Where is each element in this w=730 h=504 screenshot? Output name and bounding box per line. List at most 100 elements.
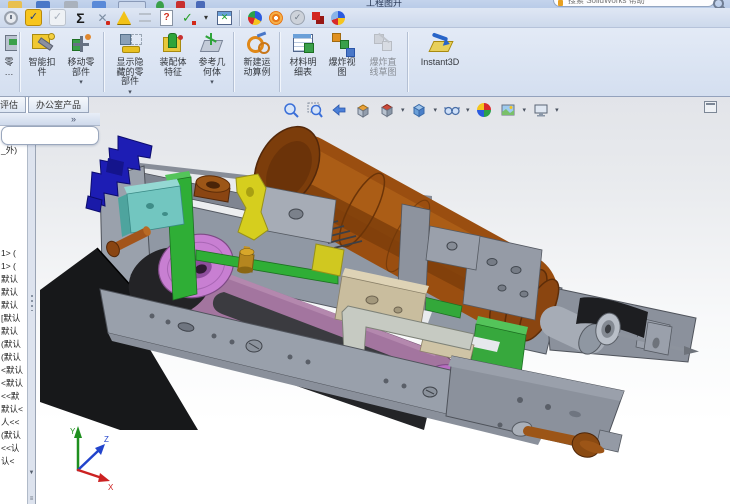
apply-scene-icon[interactable]: [499, 100, 518, 119]
tree-item[interactable]: 人<<: [0, 416, 27, 429]
performance-evaluation-icon[interactable]: ?: [160, 9, 173, 26]
measure-icon[interactable]: ✕: [95, 10, 110, 25]
tree-item[interactable]: <默认: [0, 364, 27, 377]
display-style-icon[interactable]: [410, 100, 429, 119]
apply-scene-dropdown[interactable]: ▾: [523, 106, 527, 114]
reference-geometry-icon: [198, 31, 226, 57]
feature-manager-tree: _外) 1> ( 1> ( 默认 默认 默认 [默认 默认 (默认 (默认 <默…: [0, 113, 27, 504]
dropdown-arrow[interactable]: ▾: [128, 88, 132, 96]
graphics-viewport[interactable]: Y Z X ▾ ▾ ▾ ▾ ▾: [36, 96, 730, 504]
edrawings-icon[interactable]: [248, 10, 262, 25]
zoom-fit-icon[interactable]: [281, 100, 300, 119]
equations-icon[interactable]: Σ: [73, 10, 88, 25]
orientation-triad: Y Z X: [70, 426, 114, 492]
simulation-sphere-icon[interactable]: [331, 10, 345, 25]
search-flag-icon: [558, 0, 563, 6]
tree-item[interactable]: (默认: [0, 338, 27, 351]
display-style-dropdown[interactable]: ▾: [434, 106, 438, 114]
move-component-icon: [67, 31, 95, 57]
align-icon[interactable]: [138, 10, 153, 25]
tree-item[interactable]: <<默: [0, 390, 27, 403]
tab-office-products[interactable]: 办公室产品: [28, 96, 90, 113]
approve-icon[interactable]: ✓: [290, 10, 305, 25]
document-restore-icon[interactable]: [704, 101, 717, 113]
view-settings-icon[interactable]: [531, 100, 550, 119]
model-bottom-right-block[interactable]: [445, 355, 625, 461]
command-manager: 零 … 智能扣 件 移动零 部件 ▾ 显示隐 藏的零 部件 ▾ 装配体 特征 参…: [0, 28, 730, 97]
solidworks-window: Y Z X ▾ ▾ ▾ ▾ ▾ 工程图升 搜索 SolidWorks 帮助 ✓ …: [0, 0, 730, 504]
tree-item[interactable]: <<认: [0, 442, 27, 455]
solidworks-help-search-input[interactable]: [553, 0, 715, 7]
hide-show-items-dropdown[interactable]: ▾: [466, 106, 470, 114]
tree-item[interactable]: (默认: [0, 429, 27, 442]
assembly-features-icon: [159, 31, 187, 57]
feature-panel-header: »: [0, 113, 100, 126]
tree-item[interactable]: [默认: [0, 312, 27, 325]
hide-show-items-icon[interactable]: [442, 100, 461, 119]
tree-item[interactable]: _外): [0, 144, 27, 157]
bill-of-materials-button[interactable]: 材料明 细表: [283, 28, 323, 96]
tab-evaluate[interactable]: 评估: [0, 96, 27, 113]
scroll-down-icon[interactable]: ▼: [28, 469, 35, 477]
design-history-icon[interactable]: [4, 10, 18, 25]
new-motion-study-icon: [243, 31, 271, 57]
panel-expand-chevron[interactable]: »: [71, 114, 100, 124]
triad-z-label: Z: [104, 435, 109, 444]
check-document-icon[interactable]: ✓: [180, 10, 196, 25]
new-motion-study-button[interactable]: 新建运 动算例: [237, 28, 277, 96]
separator: [233, 32, 235, 92]
feature-panel-flyout[interactable]: [1, 126, 99, 145]
explode-line-sketch-button: 爆炸直 线草图: [361, 28, 405, 96]
tree-item[interactable]: 1> (: [0, 260, 27, 273]
tree-item[interactable]: 默认: [0, 325, 27, 338]
tree-item[interactable]: 1> (: [0, 247, 27, 260]
exploded-view-button[interactable]: 爆炸视 图: [323, 28, 361, 96]
compare-icon[interactable]: [312, 11, 320, 20]
splitter-grip[interactable]: [31, 295, 33, 311]
tree-item[interactable]: (默认: [0, 351, 27, 364]
dropdown-arrow[interactable]: ▾: [79, 78, 83, 86]
tree-item[interactable]: <默认: [0, 377, 27, 390]
tree-item[interactable]: 默认<: [0, 403, 27, 416]
zoom-area-icon[interactable]: [305, 100, 324, 119]
instant3d-button[interactable]: Instant3D: [411, 28, 469, 96]
exploded-view-icon: [328, 31, 356, 57]
evaluate-toolbar: ✓ ✓ Σ ✕ ? ✓ ▾ ✕ ✓: [0, 8, 730, 28]
separator: [407, 32, 409, 92]
hole-alignment-icon[interactable]: [117, 11, 131, 24]
previous-view-icon[interactable]: [329, 100, 348, 119]
insert-components-button[interactable]: 零 …: [1, 28, 17, 96]
smart-fasteners-button[interactable]: 智能扣 件: [23, 28, 61, 96]
command-manager-tabs: 评估 办公室产品: [0, 96, 91, 113]
section-view-icon[interactable]: [353, 100, 372, 119]
panel-resize-icon[interactable]: ≡: [28, 496, 35, 502]
separator: [19, 32, 21, 92]
clearance-verification-icon[interactable]: ✓: [49, 9, 66, 26]
dropdown-arrow[interactable]: ▾: [210, 78, 214, 86]
assembly-features-button[interactable]: 装配体 特征: [153, 28, 193, 96]
tree-item[interactable]: 默认: [0, 273, 27, 286]
dropdown-icon[interactable]: ▾: [202, 10, 210, 25]
tree-item[interactable]: 默认: [0, 286, 27, 299]
insert-components-icon: [1, 31, 17, 57]
move-component-button[interactable]: 移动零 部件 ▾: [61, 28, 101, 96]
explode-line-sketch-icon: [369, 31, 397, 57]
tree-item[interactable]: 认<: [0, 455, 27, 468]
toolbar-separator: [239, 9, 241, 26]
reference-geometry-button[interactable]: 参考几 何体 ▾: [193, 28, 231, 96]
show-hidden-components-button[interactable]: 显示隐 藏的零 部件 ▾: [107, 28, 153, 96]
view-settings-dropdown[interactable]: ▾: [555, 106, 559, 114]
view-orientation-icon[interactable]: [377, 100, 396, 119]
assembly-model: Y Z X: [40, 125, 699, 492]
edit-appearance-icon[interactable]: [475, 100, 494, 119]
smart-fasteners-icon: [28, 31, 56, 57]
tree-item[interactable]: 默认: [0, 299, 27, 312]
panel-splitter[interactable]: ▲ ▼ ≡: [27, 113, 36, 504]
separator: [279, 32, 281, 92]
interference-detection-icon[interactable]: ✓: [25, 9, 42, 26]
photoview-icon[interactable]: [269, 10, 283, 25]
statistics-table-icon[interactable]: ✕: [217, 10, 232, 25]
tree-gap: [0, 157, 27, 247]
view-orientation-dropdown[interactable]: ▾: [401, 106, 405, 114]
triad-x-label: X: [108, 483, 114, 492]
